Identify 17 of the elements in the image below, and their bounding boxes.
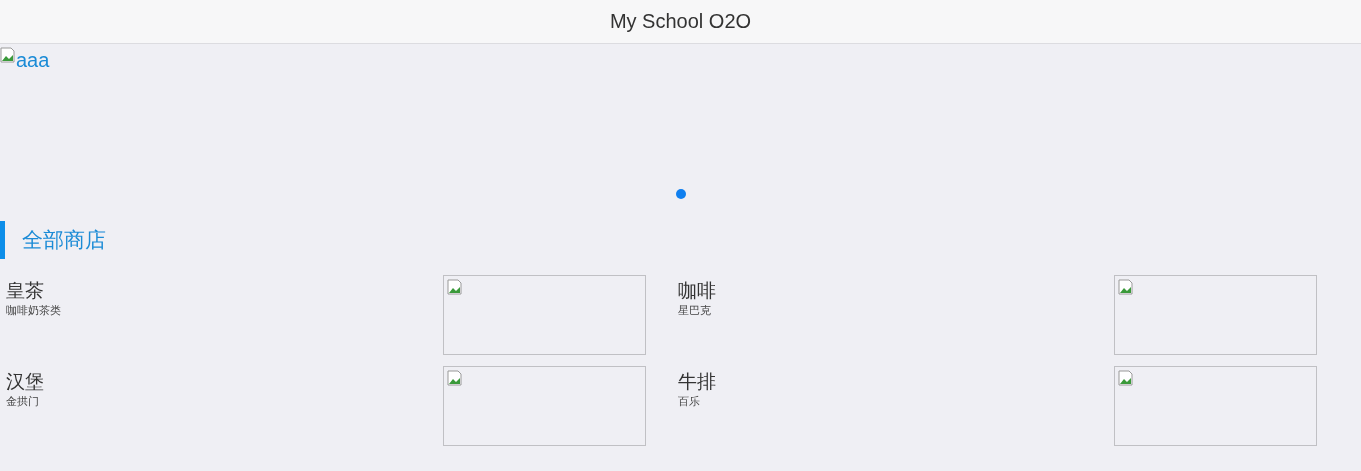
shop-description: 咖啡奶茶类 [6,303,61,317]
shop-name[interactable]: 皇茶 [6,279,61,303]
pagination-dot[interactable] [675,189,686,199]
shop-name[interactable]: 汉堡 [6,370,44,394]
shop-name[interactable]: 牛排 [677,370,716,394]
shop-description: 星巴克 [677,303,712,317]
image-alt-text: aaa [16,49,50,71]
shop-name[interactable]: 咖啡 [677,279,716,303]
broken-image-icon [1118,370,1134,386]
section-title: 全部商店 [22,227,106,253]
broken-image-icon [1118,279,1134,295]
page-title: My School O2O [609,10,752,33]
broken-image-icon [446,370,463,386]
broken-image-icon [0,47,16,63]
shop-description: 百乐 [677,394,701,408]
shop-description: 金拱门 [6,394,40,408]
broken-image-icon [446,279,463,295]
